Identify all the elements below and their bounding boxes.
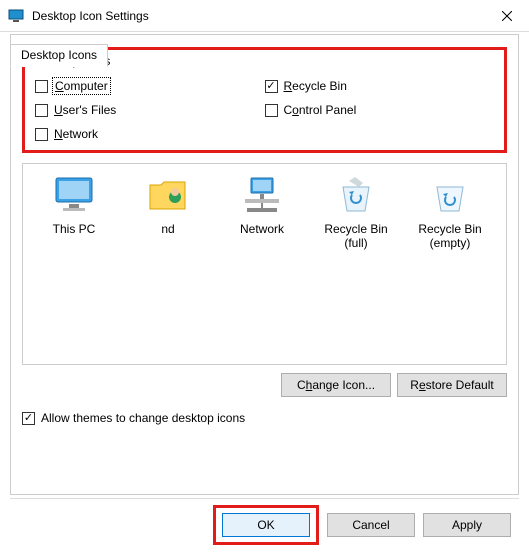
preview-recycle-empty[interactable]: Recycle Bin (empty)	[405, 174, 495, 250]
recycle-empty-icon	[426, 174, 474, 216]
checkbox-label: Allow themes to change desktop icons	[41, 411, 245, 425]
checkbox-computer[interactable]: Computer	[35, 74, 265, 98]
checkbox-label: Network	[54, 127, 98, 141]
checkbox-label: User's Files	[54, 103, 116, 117]
close-button[interactable]	[484, 0, 529, 31]
checkbox-icon	[265, 104, 278, 117]
cancel-button[interactable]: Cancel	[327, 513, 415, 537]
icon-buttons-row: Change Icon... Restore Default	[22, 373, 507, 397]
checkbox-icon	[265, 80, 278, 93]
checkbox-control-panel[interactable]: Control Panel	[265, 98, 495, 122]
dialog-footer: OK Cancel Apply	[0, 495, 529, 555]
preview-this-pc[interactable]: This PC	[29, 174, 119, 236]
checkbox-icon	[22, 412, 35, 425]
checkbox-network[interactable]: Network	[35, 122, 265, 146]
preview-recycle-full[interactable]: Recycle Bin (full)	[311, 174, 401, 250]
icon-preview: This PC nd Network Recycle Bin (full) Re…	[22, 163, 507, 365]
tab-desktop-icons[interactable]: Desktop Icons	[10, 44, 108, 67]
app-icon	[8, 8, 24, 24]
icon-caption: nd	[123, 222, 213, 236]
checkbox-users-files[interactable]: User's Files	[35, 98, 265, 122]
icon-caption: This PC	[29, 222, 119, 236]
icon-caption: Recycle Bin (full)	[311, 222, 401, 250]
window-title: Desktop Icon Settings	[32, 9, 484, 23]
checkbox-icon	[35, 104, 48, 117]
preview-network[interactable]: Network	[217, 174, 307, 236]
icon-caption: Network	[217, 222, 307, 236]
preview-user-folder[interactable]: nd	[123, 174, 213, 236]
monitor-icon	[50, 174, 98, 216]
title-bar: Desktop Icon Settings	[0, 0, 529, 32]
checkbox-label: Control Panel	[284, 103, 357, 117]
user-folder-icon	[144, 174, 192, 216]
checkbox-label: Recycle Bin	[284, 79, 347, 93]
apply-button[interactable]: Apply	[423, 513, 511, 537]
checkbox-recycle-bin[interactable]: Recycle Bin	[265, 74, 495, 98]
restore-default-button[interactable]: Restore Default	[397, 373, 507, 397]
ok-highlight: OK	[213, 505, 319, 545]
checkbox-label: Computer	[54, 79, 109, 93]
allow-themes-checkbox[interactable]: Allow themes to change desktop icons	[22, 411, 507, 425]
change-icon-button[interactable]: Change Icon...	[281, 373, 391, 397]
checkbox-icon	[35, 80, 48, 93]
ok-button[interactable]: OK	[222, 513, 310, 537]
network-icon	[238, 174, 286, 216]
checkbox-icon	[35, 128, 48, 141]
recycle-full-icon	[332, 174, 380, 216]
icon-caption: Recycle Bin (empty)	[405, 222, 495, 250]
content-area: Desktop icons Computer User's Files Netw…	[10, 35, 519, 495]
